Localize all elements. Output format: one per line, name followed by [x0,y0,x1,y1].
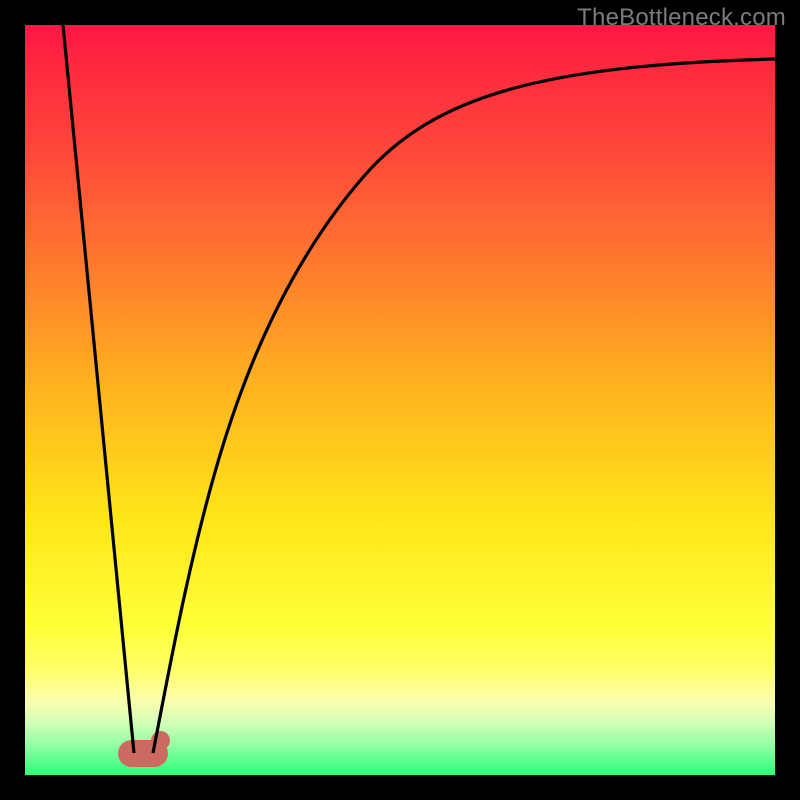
curve-right-segment [153,59,775,753]
bottleneck-curve [25,25,775,775]
watermark-text: TheBottleneck.com [577,4,786,32]
curve-left-segment [63,25,134,753]
